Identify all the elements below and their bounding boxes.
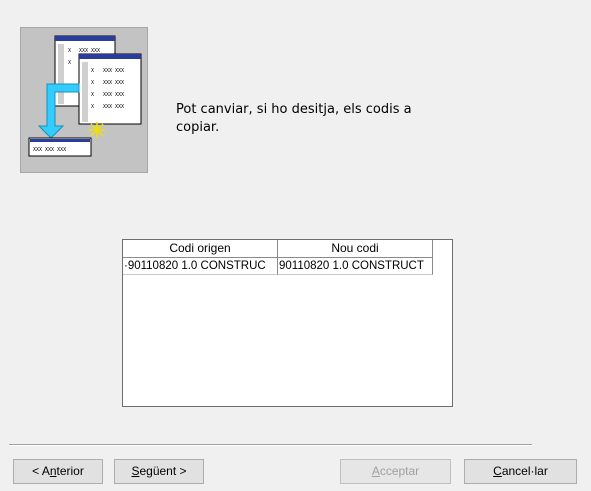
- column-header-nou-codi[interactable]: Nou codi: [278, 240, 433, 258]
- dialog-top-edge: [0, 0, 591, 6]
- cell-codi-origen[interactable]: ·90110820 1.0 CONSTRUC: [123, 258, 278, 275]
- previous-button-accelerator: n: [49, 464, 57, 478]
- svg-text:X: X: [68, 48, 71, 54]
- table-row[interactable]: ·90110820 1.0 CONSTRUC 90110820 1.0 CONS…: [123, 258, 433, 275]
- previous-button-label: < A: [32, 464, 50, 478]
- svg-text:XXX XXX: XXX XXX: [103, 104, 124, 110]
- svg-text:XXX XXX: XXX XXX: [103, 80, 124, 86]
- wizard-illustration: X XXX XXX X X XXX XXX X XXX XXX X XXX XX…: [20, 27, 148, 173]
- grid-header: Codi origen Nou codi: [123, 240, 433, 258]
- svg-text:X: X: [91, 92, 94, 98]
- svg-text:XXX XXX: XXX XXX: [103, 92, 124, 98]
- accept-button[interactable]: Acceptar: [340, 459, 451, 484]
- sparkle-icon: [89, 122, 105, 138]
- instruction-line-2: copiar.: [176, 120, 220, 135]
- cancel-button[interactable]: Cancel·lar: [464, 459, 577, 484]
- previous-button[interactable]: < Anterior: [13, 459, 103, 484]
- svg-text:XXX XXX: XXX XXX: [79, 48, 100, 54]
- column-header-codi-origen[interactable]: Codi origen: [123, 240, 278, 258]
- copy-codes-icon: X XXX XXX X X XXX XXX X XXX XXX X XXX XX…: [28, 35, 142, 157]
- next-button[interactable]: Següent >: [114, 459, 204, 484]
- separator-line: [9, 444, 532, 446]
- next-button-label: egüent >: [139, 464, 187, 478]
- svg-text:XXX XXX XXX: XXX XXX XXX: [33, 147, 66, 153]
- svg-text:X: X: [91, 104, 94, 110]
- previous-button-label-rest: terior: [56, 464, 84, 478]
- cancel-button-label: ancel·lar: [501, 464, 548, 478]
- cell-nou-codi[interactable]: 90110820 1.0 CONSTRUCT: [278, 258, 433, 275]
- accept-button-accelerator: A: [371, 464, 380, 478]
- cancel-button-accelerator: C: [493, 464, 502, 478]
- svg-text:X: X: [91, 68, 94, 74]
- instruction-text: Pot canviar, si ho desitja, els codis a …: [176, 101, 436, 137]
- svg-text:X: X: [68, 60, 71, 66]
- svg-text:X: X: [91, 80, 94, 86]
- svg-text:XXX XXX: XXX XXX: [103, 68, 124, 74]
- codes-grid[interactable]: Codi origen Nou codi ·90110820 1.0 CONST…: [122, 239, 453, 407]
- instruction-line-1: Pot canviar, si ho desitja, els codis a: [176, 102, 412, 117]
- accept-button-label: cceptar: [379, 464, 420, 478]
